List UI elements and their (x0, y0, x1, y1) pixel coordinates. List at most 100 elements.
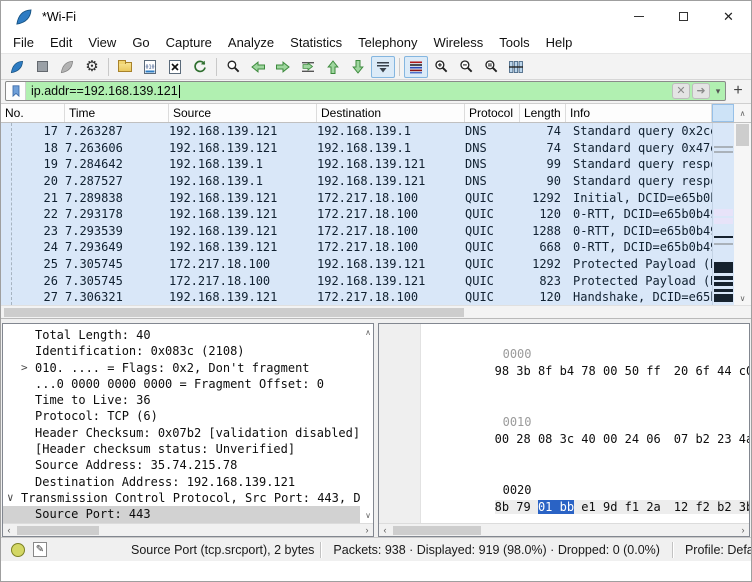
menu-item[interactable]: Analyze (220, 33, 282, 52)
packet-cell-time[interactable]: 7.306321 (65, 289, 169, 305)
packet-cell-no[interactable]: 24 (1, 239, 65, 256)
packet-cell-length[interactable]: 120 (520, 206, 566, 223)
stop-capture-icon[interactable] (30, 56, 54, 78)
zoom-in-icon[interactable] (429, 56, 453, 78)
reload-file-icon[interactable] (188, 56, 212, 78)
packet-cell-time[interactable]: 7.263287 (65, 123, 169, 140)
expander-icon[interactable] (21, 392, 35, 408)
menu-item[interactable]: Edit (42, 33, 80, 52)
packet-cell-time[interactable]: 7.305745 (65, 256, 169, 273)
expert-info-icon[interactable] (11, 543, 25, 557)
packet-row[interactable]: 18 7.263606 192.168.139.121 192.168.139.… (1, 140, 712, 157)
hex-bytes[interactable]: 8b 79 01 bb e1 9d f1 2a12 f2 b2 3b 85 b0… (495, 500, 749, 514)
packet-cell-destination[interactable]: 172.217.18.100 (317, 289, 465, 305)
packet-cell-destination[interactable]: 192.168.139.1 (317, 140, 465, 157)
packet-cell-length[interactable]: 668 (520, 239, 566, 256)
packet-cell-time[interactable]: 7.305745 (65, 273, 169, 290)
tree-line[interactable]: Identification: 0x083c (2108) (3, 343, 360, 359)
packet-cell-source[interactable]: 172.217.18.100 (169, 273, 317, 290)
packet-cell-source[interactable]: 172.217.18.100 (169, 256, 317, 273)
packet-cell-source[interactable]: 192.168.139.1 (169, 156, 317, 173)
restart-capture-icon[interactable] (55, 56, 79, 78)
tree-line[interactable]: ...0 0000 0000 0000 = Fragment Offset: 0 (3, 376, 360, 392)
packet-cell-info[interactable]: Handshake, DCID=e65b0 (566, 289, 712, 305)
display-filter-input[interactable]: ip.addr==192.168.139.121 (26, 84, 671, 98)
packet-row[interactable]: 19 7.284642 192.168.139.1 192.168.139.12… (1, 156, 712, 173)
menu-item[interactable]: Go (124, 33, 157, 52)
packet-cell-source[interactable]: 192.168.139.121 (169, 223, 317, 240)
scroll-down-icon[interactable]: ∨ (734, 291, 751, 305)
column-header-time[interactable]: Time (65, 104, 169, 122)
filter-apply-icon[interactable]: ➜ (692, 83, 710, 99)
zoom-original-icon[interactable] (479, 56, 503, 78)
packet-cell-source[interactable]: 192.168.139.121 (169, 206, 317, 223)
packet-cell-source[interactable]: 192.168.139.121 (169, 190, 317, 207)
capture-comment-icon[interactable]: ✎ (33, 542, 47, 557)
packet-cell-length[interactable]: 1292 (520, 256, 566, 273)
tree-line[interactable]: Total Length: 40 (3, 327, 360, 343)
scrollbar-thumb[interactable] (4, 308, 464, 317)
packet-cell-time[interactable]: 7.287527 (65, 173, 169, 190)
column-header-length[interactable]: Length (520, 104, 566, 122)
packet-cell-source[interactable]: 192.168.139.121 (169, 239, 317, 256)
packet-row[interactable]: 20 7.287527 192.168.139.1 192.168.139.12… (1, 173, 712, 190)
packet-cell-protocol[interactable]: QUIC (465, 223, 520, 240)
scroll-down-icon[interactable]: ∨ (365, 511, 371, 520)
filter-bookmark-icon[interactable] (6, 82, 26, 100)
save-file-icon[interactable]: 010 (138, 56, 162, 78)
filter-dropdown-icon[interactable]: ▾ (711, 86, 725, 97)
scroll-up-icon[interactable]: ∧ (365, 328, 371, 337)
scroll-left-icon[interactable]: ‹ (379, 524, 391, 536)
close-button[interactable]: ✕ (706, 1, 751, 32)
packet-cell-protocol[interactable]: QUIC (465, 206, 520, 223)
tree-line[interactable]: > 010. .... = Flags: 0x2, Don't fragment (3, 360, 360, 376)
packet-cell-info[interactable]: 0-RTT, DCID=e65b0b49f (566, 206, 712, 223)
packet-cell-protocol[interactable]: QUIC (465, 289, 520, 305)
hex-row[interactable]: 0000 98 3b 8f b4 78 00 50 ff20 6f 44 c0 … (379, 329, 749, 397)
capture-options-icon[interactable]: ⚙ (80, 56, 104, 78)
scroll-right-icon[interactable]: › (361, 524, 373, 536)
menu-item[interactable]: Statistics (282, 33, 350, 52)
go-back-icon[interactable] (246, 56, 270, 78)
packet-row[interactable]: 22 7.293178 192.168.139.121 172.217.18.1… (1, 206, 712, 223)
packet-cell-info[interactable]: Standard query respon (566, 173, 712, 190)
menu-item[interactable]: Help (538, 33, 581, 52)
go-forward-icon[interactable] (271, 56, 295, 78)
packet-cell-no[interactable]: 21 (1, 190, 65, 207)
maximize-button[interactable] (661, 1, 706, 32)
expander-icon[interactable] (21, 425, 35, 441)
tree-line[interactable]: Time to Live: 36 (3, 392, 360, 408)
packet-cell-protocol[interactable]: QUIC (465, 273, 520, 290)
packet-row[interactable]: 17 7.263287 192.168.139.121 192.168.139.… (1, 123, 712, 140)
packet-cell-time[interactable]: 7.263606 (65, 140, 169, 157)
details-horizontal-scrollbar[interactable]: ‹ › (3, 523, 373, 536)
packet-cell-length[interactable]: 823 (520, 273, 566, 290)
packet-cell-no[interactable]: 23 (1, 223, 65, 240)
packet-cell-no[interactable]: 18 (1, 140, 65, 157)
hex-bytes[interactable]: 00 28 08 3c 40 00 24 0607 b2 23 4a d7 4e… (495, 432, 749, 446)
hex-horizontal-scrollbar[interactable]: ‹ › (379, 523, 749, 536)
expander-icon[interactable] (21, 376, 35, 392)
scrollbar-thumb[interactable] (736, 124, 749, 146)
column-header-no[interactable]: No. (1, 104, 65, 122)
minimize-button[interactable] (616, 1, 661, 32)
expander-icon[interactable]: ∨ (7, 490, 21, 506)
column-header-destination[interactable]: Destination (317, 104, 465, 122)
packet-cell-info[interactable]: 0-RTT, DCID=e65b0b49f (566, 239, 712, 256)
scroll-right-icon[interactable]: › (737, 524, 749, 536)
display-filter-field[interactable]: ip.addr==192.168.139.121 ✕ ➜ ▾ (5, 81, 726, 101)
packet-cell-destination[interactable]: 172.217.18.100 (317, 206, 465, 223)
go-to-bottom-icon[interactable] (346, 56, 370, 78)
packet-cell-info[interactable]: 0-RTT, DCID=e65b0b49f (566, 223, 712, 240)
packet-row[interactable]: 26 7.305745 172.217.18.100 192.168.139.1… (1, 273, 712, 290)
menu-item[interactable]: File (5, 33, 42, 52)
profile-selector[interactable]: Profile: Default (679, 543, 752, 557)
hex-row[interactable]: 0010 00 28 08 3c 40 00 24 0607 b2 23 4a … (379, 397, 749, 465)
packet-row[interactable]: 24 7.293649 192.168.139.121 172.217.18.1… (1, 239, 712, 256)
go-to-top-icon[interactable] (321, 56, 345, 78)
packet-cell-destination[interactable]: 192.168.139.121 (317, 156, 465, 173)
packet-cell-length[interactable]: 74 (520, 123, 566, 140)
packet-cell-no[interactable]: 20 (1, 173, 65, 190)
zoom-out-icon[interactable] (454, 56, 478, 78)
packet-cell-source[interactable]: 192.168.139.1 (169, 173, 317, 190)
